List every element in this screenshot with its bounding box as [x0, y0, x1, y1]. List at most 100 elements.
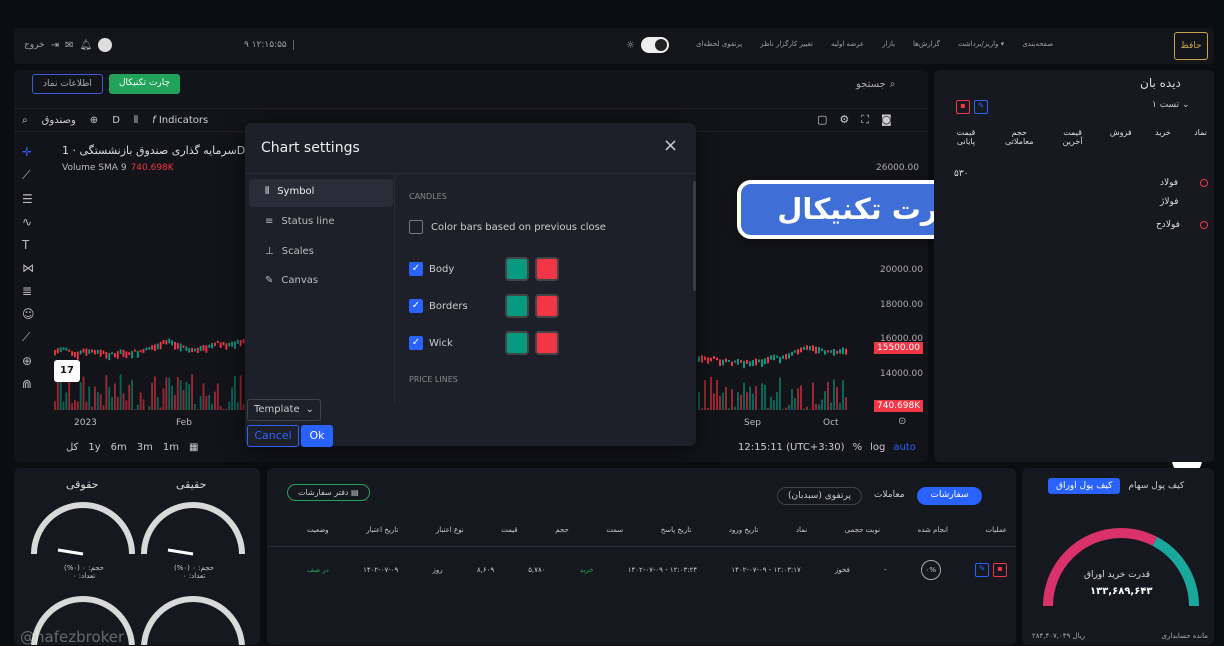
- menu-change-broker[interactable]: تغییر کارگزار ناظر: [760, 40, 813, 48]
- menu-ipo[interactable]: عرضه اولیه: [831, 40, 864, 48]
- text-icon[interactable]: T: [22, 238, 35, 252]
- tab-bond-wallet[interactable]: کیف پول اوراق: [1048, 478, 1120, 494]
- volume-bar: [134, 409, 136, 410]
- period-1m[interactable]: 1m: [163, 442, 179, 453]
- fullscreen-square-icon[interactable]: ▢: [817, 113, 827, 127]
- edit-order-icon[interactable]: ✎: [975, 563, 989, 577]
- nav-canvas[interactable]: ✎Canvas: [265, 275, 318, 286]
- camera-icon[interactable]: ◙: [881, 113, 892, 127]
- tab-trades[interactable]: معاملات: [864, 487, 915, 505]
- goto-date-icon[interactable]: ⊙: [898, 416, 906, 427]
- tab-stock-wallet[interactable]: کیف پول سهام: [1124, 478, 1188, 494]
- time-tick: Feb: [176, 418, 192, 428]
- crosshair-icon[interactable]: ✛: [22, 145, 35, 159]
- add-compare-icon[interactable]: ⊕: [90, 115, 98, 126]
- scrollbar[interactable]: [693, 181, 696, 291]
- expand-icon[interactable]: ⛶: [861, 113, 869, 127]
- candle: [151, 345, 153, 349]
- wick-checkbox[interactable]: ✓: [409, 336, 423, 350]
- borders-down-color[interactable]: [535, 294, 559, 318]
- watchlist-selector[interactable]: تست ۱ ⌄: [1152, 100, 1189, 110]
- candle: [65, 348, 67, 351]
- candle-type-icon[interactable]: ⫴: [134, 115, 138, 126]
- volume-bar: [782, 409, 784, 410]
- tab-portfolio[interactable]: پرتفوی (سبدبان): [777, 487, 862, 505]
- watch-row-symbol[interactable]: فولاژ: [1160, 197, 1178, 207]
- symbol-search-input[interactable]: وصندوق: [42, 115, 76, 126]
- body-down-color[interactable]: [535, 257, 559, 281]
- exit-button[interactable]: خروج: [24, 40, 45, 50]
- candle: [220, 342, 222, 347]
- auto-toggle[interactable]: auto: [893, 442, 916, 453]
- delete-icon[interactable]: ▪: [956, 100, 970, 114]
- symbol-search-icon[interactable]: ⌕: [22, 115, 28, 126]
- delete-order-icon[interactable]: ▪: [993, 563, 1007, 577]
- nav-status-line[interactable]: ≡Status line: [265, 216, 334, 227]
- settings-gear-icon[interactable]: ⚙: [839, 113, 849, 127]
- search-icon[interactable]: ⌕: [890, 79, 896, 90]
- logout-icon[interactable]: ⇥: [51, 40, 59, 51]
- nav-symbol[interactable]: ⫴Symbol: [265, 186, 314, 197]
- calendar-icon[interactable]: ▦: [189, 442, 198, 453]
- candle: [770, 355, 772, 359]
- symbol-info-tab[interactable]: اطلاعات نماد: [32, 74, 103, 94]
- candle: [94, 350, 96, 354]
- brush-icon[interactable]: ∿: [22, 215, 35, 229]
- prev-close-checkbox[interactable]: [409, 220, 423, 234]
- fib-icon[interactable]: ☰: [22, 192, 35, 206]
- watch-row-symbol[interactable]: فولاد: [1160, 178, 1178, 188]
- indicators-button[interactable]: f Indicators: [152, 115, 208, 126]
- order-book-button[interactable]: دفتر سفارشات ▤: [287, 484, 370, 501]
- percent-toggle[interactable]: %: [853, 442, 863, 453]
- ruler-icon[interactable]: ⟋: [22, 330, 35, 345]
- volume-bar: [151, 383, 153, 410]
- borders-up-color[interactable]: [505, 294, 529, 318]
- table-row[interactable]: ✎▪ ۰% - فخوز ۱۴۰۲-۰۷-۰۹ - ۱۲:۰۳:۱۷ ۱۴۰۲-…: [307, 560, 1007, 580]
- theme-toggle[interactable]: [641, 37, 669, 53]
- menu-deposit[interactable]: واریز/برداشت ▾: [958, 40, 1004, 48]
- period-6m[interactable]: 6m: [111, 442, 127, 453]
- pattern-icon[interactable]: ⋈: [22, 261, 35, 275]
- volume-bar: [785, 408, 787, 410]
- message-icon[interactable]: ✉: [65, 40, 73, 51]
- tab-orders[interactable]: سفارشات: [917, 487, 983, 505]
- zoom-icon[interactable]: ⊕: [22, 354, 35, 368]
- period-1y[interactable]: 1y: [88, 442, 100, 453]
- trendline-icon[interactable]: ⟋: [22, 168, 35, 183]
- emoji-icon[interactable]: ☺: [22, 307, 35, 321]
- search-label[interactable]: جستجو: [856, 79, 886, 90]
- remove-row-icon[interactable]: [1200, 221, 1208, 229]
- body-up-color[interactable]: [505, 257, 529, 281]
- body-checkbox[interactable]: ✓: [409, 262, 423, 276]
- edit-icon[interactable]: ✎: [974, 100, 988, 114]
- remove-row-icon[interactable]: [1200, 179, 1208, 187]
- volume-bar: [160, 408, 162, 410]
- user-avatar-icon[interactable]: [98, 38, 112, 52]
- technical-chart-tab[interactable]: چارت تکنیکال: [109, 74, 180, 94]
- close-icon[interactable]: ×: [663, 135, 678, 156]
- ok-button[interactable]: Ok: [301, 425, 333, 447]
- watch-row-symbol[interactable]: فولادح: [1156, 220, 1180, 230]
- candle: [191, 348, 193, 352]
- wick-up-color[interactable]: [505, 331, 529, 355]
- magnet-icon[interactable]: ⋒: [22, 377, 35, 391]
- interval-button[interactable]: D: [112, 115, 120, 126]
- col-response: تاریخ پاسخ: [661, 526, 692, 534]
- period-all[interactable]: کل: [66, 442, 78, 453]
- prev-close-label: Color bars based on previous close: [431, 222, 606, 233]
- menu-layout[interactable]: صفحه‌بندی: [1022, 40, 1053, 48]
- log-toggle[interactable]: log: [870, 442, 885, 453]
- borders-checkbox[interactable]: ✓: [409, 299, 423, 313]
- forecast-icon[interactable]: ≣: [22, 284, 35, 298]
- menu-reports[interactable]: گزارش‌ها: [913, 40, 940, 48]
- period-3m[interactable]: 3m: [137, 442, 153, 453]
- bell-icon[interactable]: 🔔︎: [79, 40, 92, 51]
- nav-scales[interactable]: ⊥Scales: [265, 246, 314, 257]
- menu-portfolio[interactable]: پرتفوی لحظه‌ای: [696, 40, 742, 48]
- template-dropdown[interactable]: Template⌄: [247, 399, 321, 421]
- candle: [800, 347, 802, 352]
- wick-down-color[interactable]: [535, 331, 559, 355]
- cancel-button[interactable]: Cancel: [247, 425, 299, 447]
- menu-market[interactable]: بازار: [882, 40, 895, 48]
- candle: [740, 360, 742, 363]
